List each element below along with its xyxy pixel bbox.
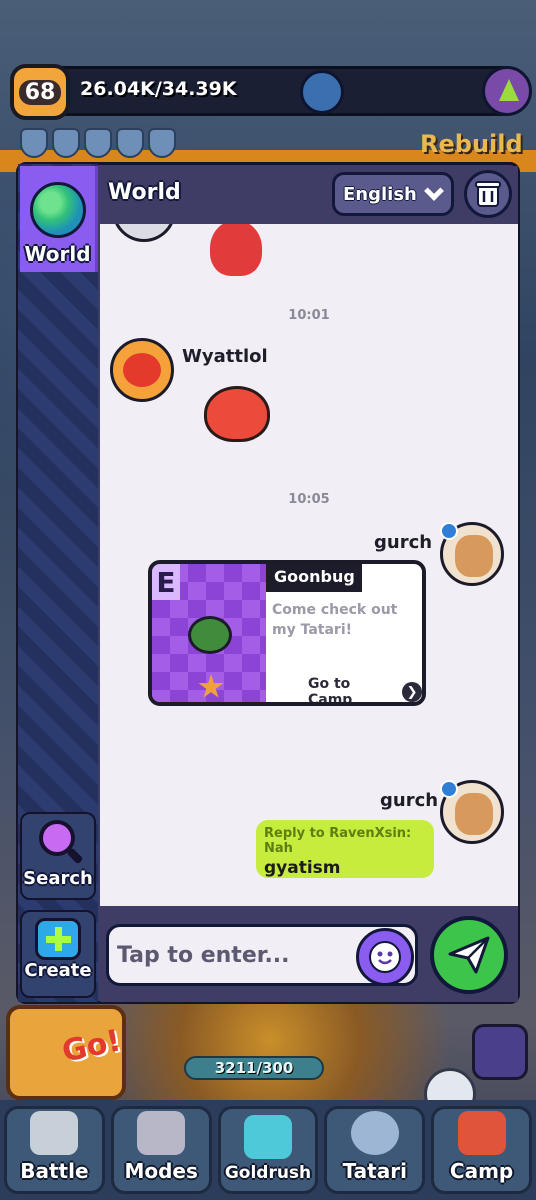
language-value: English (343, 183, 417, 205)
swords-icon (30, 1111, 79, 1155)
chevron-down-icon (423, 181, 444, 201)
sender-name: gurch (380, 790, 439, 811)
shield-icon (20, 128, 48, 158)
goonbug-icon (188, 616, 232, 654)
go-text: Go! (59, 1023, 124, 1070)
sender-name: gurch (374, 532, 433, 553)
send-button[interactable] (430, 916, 508, 994)
previous-sticker (210, 224, 262, 276)
create-label: Create (24, 960, 92, 981)
level-badge[interactable]: 68 (10, 64, 70, 120)
fox-sticker (204, 386, 270, 442)
go-to-camp-label: Go to Camp (308, 676, 353, 706)
previous-avatar (112, 224, 176, 242)
card-message: Come check out my Tatari! (272, 602, 398, 638)
nav-tatari-label: Tatari (342, 1159, 407, 1183)
tatari-icon (350, 1111, 399, 1155)
dice-icon (243, 1115, 292, 1159)
chat-input-row (100, 906, 518, 1002)
nav-modes[interactable]: Modes (110, 1106, 212, 1194)
shield-row (20, 128, 176, 158)
search-icon (33, 818, 84, 868)
upgrade-arrow-icon[interactable] (482, 66, 532, 116)
reply-message-bubble[interactable]: Reply to RavenXsin: Nah gyatism (256, 820, 434, 878)
avatar-face (455, 535, 493, 577)
avatar[interactable] (110, 338, 174, 402)
nav-battle[interactable]: Battle (4, 1106, 105, 1194)
sender-name: Wyattlol (182, 346, 268, 367)
chevron-right-icon: ❯ (402, 682, 422, 702)
nav-camp-label: Camp (449, 1159, 514, 1183)
tab-world[interactable]: World (20, 166, 98, 272)
cat-face-button[interactable] (472, 1024, 528, 1080)
star-icon (198, 674, 224, 698)
energy-icon[interactable] (300, 70, 344, 114)
clear-chat-button[interactable] (464, 170, 512, 218)
progress-pill: 3211/300 (184, 1056, 324, 1080)
plus-icon (35, 918, 81, 960)
gamepad-icon (137, 1111, 186, 1155)
search-label: Search (23, 868, 93, 889)
rebuild-label[interactable]: Rebuild (420, 130, 523, 158)
smiley-icon (369, 941, 401, 973)
timestamp: 10:01 (288, 308, 330, 323)
go-to-camp-link[interactable]: Go to Camp ❯ (308, 676, 422, 706)
nav-modes-label: Modes (124, 1159, 198, 1183)
avatar-face (455, 793, 493, 835)
emoji-button[interactable] (356, 928, 414, 986)
search-button[interactable]: Search (20, 812, 96, 900)
rank-badge: E (152, 564, 180, 600)
nav-tatari[interactable]: Tatari (324, 1106, 426, 1194)
language-select[interactable]: English (332, 172, 454, 216)
tab-world-label: World (24, 242, 91, 266)
go-battle-panel[interactable]: Go! (6, 1005, 126, 1100)
message-list[interactable]: 10:01 Wyattlol 10:05 gurch E Goonbug Com… (100, 224, 518, 906)
xp-counter: 26.04K/34.39K (80, 78, 237, 100)
message-text: gyatism (264, 858, 341, 878)
chat-title: World (108, 180, 181, 205)
level-value: 68 (18, 79, 62, 105)
shield-icon (148, 128, 176, 158)
timestamp: 10:05 (288, 492, 330, 507)
card-tatari-name: Goonbug (266, 564, 362, 592)
shield-icon (116, 128, 144, 158)
nav-camp[interactable]: Camp (431, 1106, 532, 1194)
create-button[interactable]: Create (20, 910, 96, 998)
tent-icon (457, 1111, 506, 1155)
trash-icon (475, 181, 501, 207)
nav-goldrush[interactable]: Goldrush (217, 1106, 319, 1194)
male-icon (440, 780, 458, 798)
male-icon (440, 522, 458, 540)
send-icon (448, 936, 490, 974)
shield-icon (84, 128, 112, 158)
chat-header: World English (100, 166, 518, 224)
nav-battle-label: Battle (20, 1159, 89, 1183)
avatar-face (123, 353, 161, 387)
reply-quote: Reply to RavenXsin: Nah (264, 826, 412, 856)
shield-icon (52, 128, 80, 158)
globe-icon (29, 182, 86, 238)
nav-goldrush-label: Goldrush (224, 1163, 312, 1183)
tatari-share-card[interactable]: E Goonbug Come check out my Tatari! Go t… (148, 560, 426, 706)
bottom-nav: Battle Modes Goldrush Tatari Camp (0, 1100, 536, 1200)
